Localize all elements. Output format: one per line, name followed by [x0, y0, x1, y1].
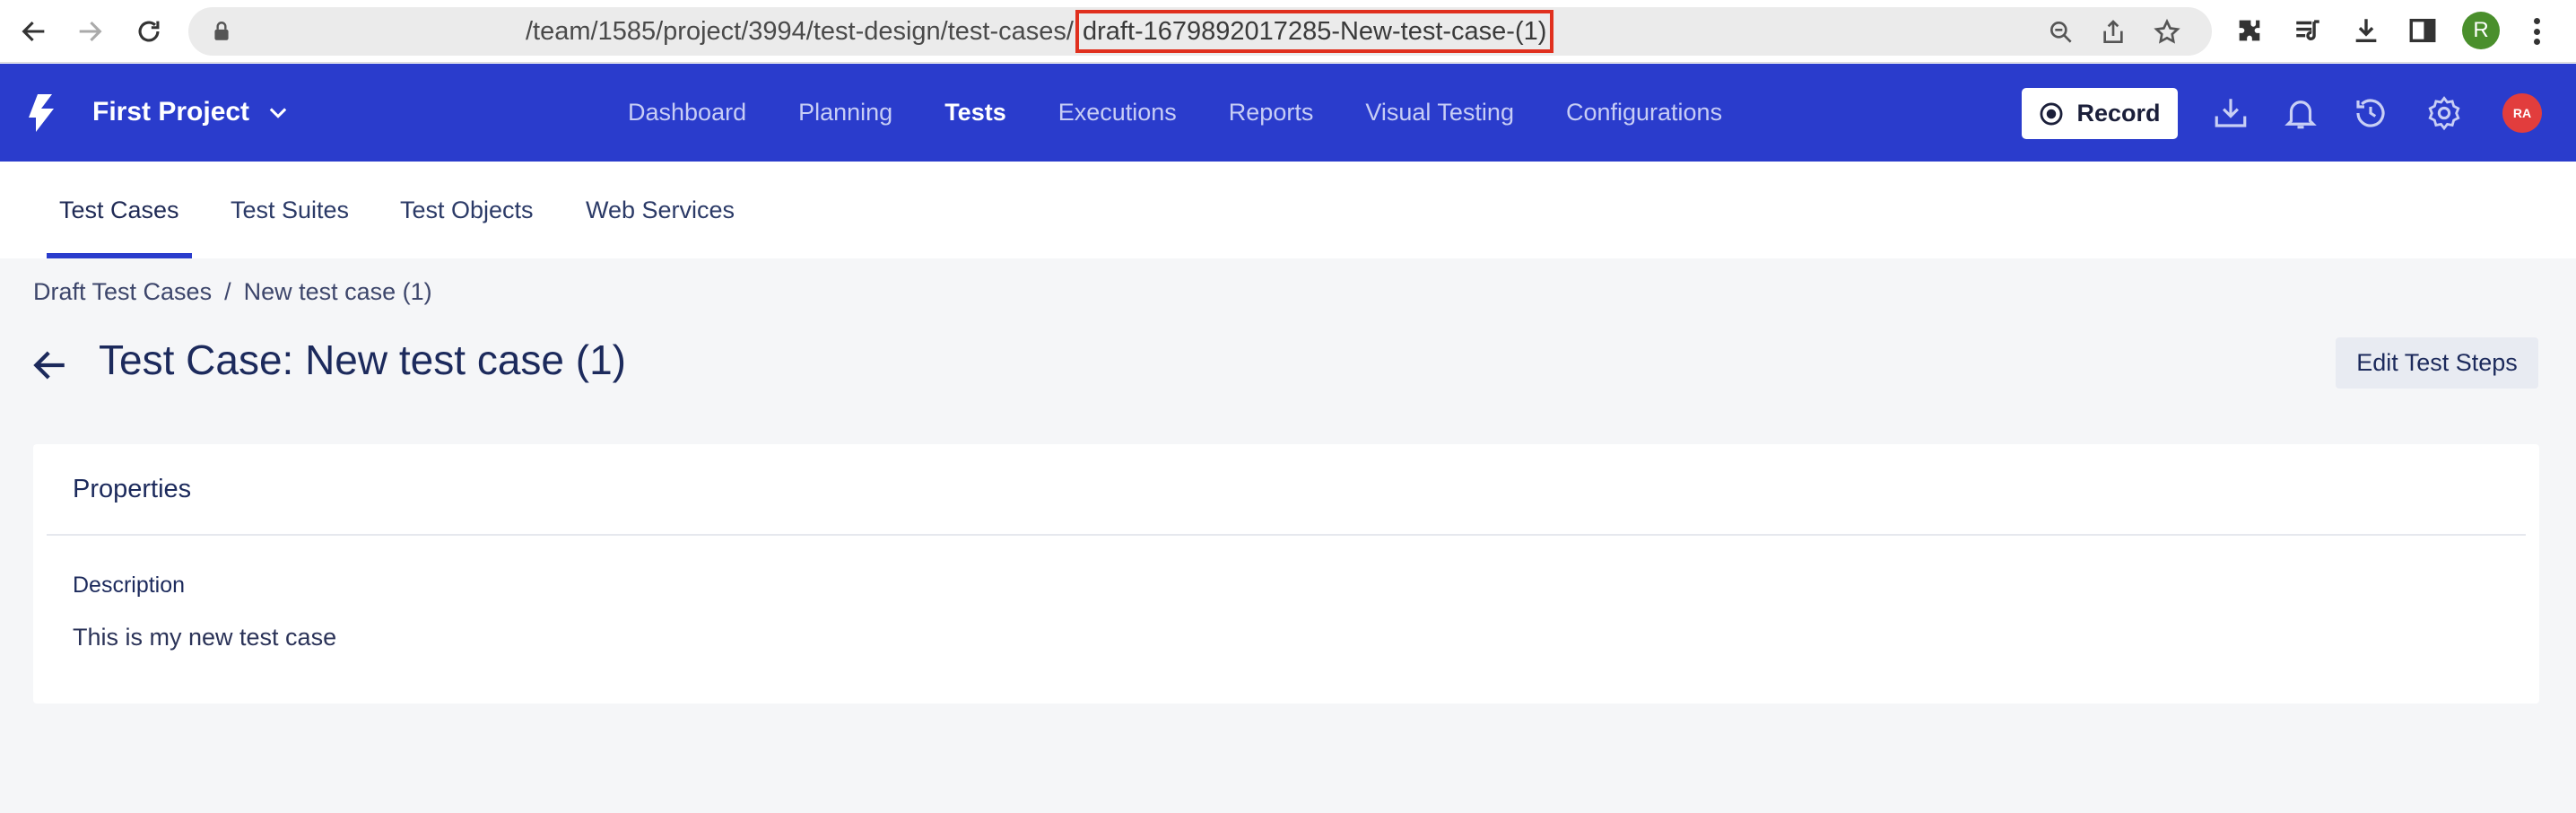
browser-profile-avatar[interactable]: R	[2462, 12, 2500, 49]
menu-icon[interactable]	[2525, 14, 2548, 48]
chevron-down-icon[interactable]	[265, 100, 291, 125]
reading-list-icon[interactable]	[2290, 13, 2326, 48]
divider	[47, 534, 2526, 536]
record-label: Record	[2076, 100, 2161, 127]
properties-card: Properties Description This is my new te…	[33, 444, 2539, 704]
user-avatar[interactable]: RA	[2502, 93, 2542, 133]
share-icon[interactable]	[2099, 18, 2128, 47]
app-logo-icon[interactable]	[29, 94, 61, 132]
tab-test-suites[interactable]: Test Suites	[231, 162, 349, 258]
url-highlight: draft-1679892017285-New-test-case-(1)	[1075, 10, 1554, 53]
gear-icon[interactable]	[2425, 94, 2463, 132]
page-title: Test Case: New test case (1)	[99, 337, 626, 383]
breadcrumb-parent[interactable]: Draft Test Cases	[33, 278, 212, 305]
record-icon	[2041, 102, 2063, 125]
nav-configurations[interactable]: Configurations	[1566, 99, 1722, 127]
url-text[interactable]: /team/1585/project/3994/test-design/test…	[526, 7, 1554, 56]
tab-test-cases[interactable]: Test Cases	[59, 162, 179, 258]
nav-dashboard[interactable]: Dashboard	[628, 99, 746, 127]
bell-icon[interactable]	[2282, 94, 2319, 132]
browser-toolbar: /team/1585/project/3994/test-design/test…	[0, 0, 2576, 63]
extensions-icon[interactable]	[2232, 13, 2267, 48]
main-nav: Dashboard Planning Tests Executions Repo…	[628, 64, 1774, 162]
breadcrumb: Draft Test Cases / New test case (1)	[33, 278, 432, 306]
edit-test-steps-button[interactable]: Edit Test Steps	[2336, 337, 2538, 389]
history-icon[interactable]	[2352, 94, 2389, 132]
active-tab-indicator	[47, 253, 192, 258]
forward-icon[interactable]	[68, 11, 111, 52]
side-panel-icon[interactable]	[2405, 13, 2441, 48]
url-prefix: /team/1585/project/3994/test-design/test…	[526, 17, 1074, 46]
bookmark-star-icon[interactable]	[2153, 18, 2181, 47]
record-button[interactable]: Record	[2022, 88, 2178, 139]
nav-executions[interactable]: Executions	[1058, 99, 1177, 127]
description-label: Description	[73, 573, 186, 598]
reload-icon[interactable]	[127, 11, 170, 52]
nav-visual-testing[interactable]: Visual Testing	[1365, 99, 1514, 127]
nav-reports[interactable]: Reports	[1229, 99, 1314, 127]
properties-title: Properties	[73, 475, 192, 503]
sub-tabs: Test Cases Test Suites Test Objects Web …	[0, 162, 2576, 258]
nav-tests[interactable]: Tests	[944, 99, 1006, 127]
zoom-icon[interactable]	[2047, 18, 2076, 47]
tab-web-services[interactable]: Web Services	[586, 162, 735, 258]
breadcrumb-separator: /	[224, 278, 231, 305]
address-bar[interactable]: /team/1585/project/3994/test-design/test…	[188, 7, 2212, 56]
project-name[interactable]: First Project	[92, 94, 249, 130]
description-value: This is my new test case	[73, 624, 337, 651]
lock-icon[interactable]	[210, 20, 233, 43]
breadcrumb-current: New test case (1)	[243, 278, 432, 305]
download-icon[interactable]	[2348, 13, 2384, 48]
back-arrow-icon[interactable]	[30, 346, 71, 384]
app-header: First Project Dashboard Planning Tests E…	[0, 64, 2576, 162]
back-icon[interactable]	[13, 11, 56, 52]
tab-test-objects[interactable]: Test Objects	[400, 162, 534, 258]
nav-planning[interactable]: Planning	[798, 99, 892, 127]
download-icon[interactable]	[2212, 94, 2250, 132]
